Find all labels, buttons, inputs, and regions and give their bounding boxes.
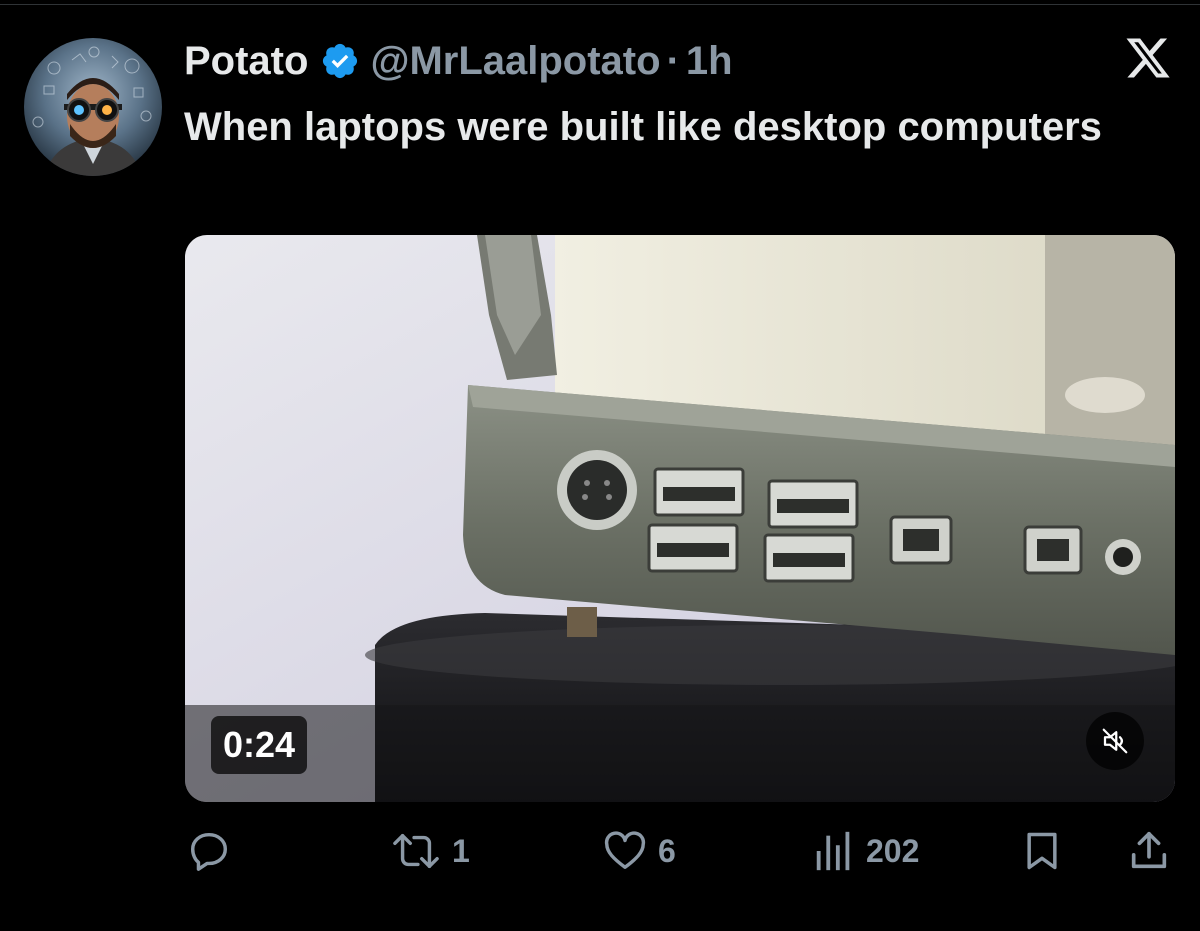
avatar-image — [32, 46, 152, 176]
display-name[interactable]: Potato — [184, 39, 308, 84]
reply-icon — [186, 828, 232, 874]
verified-badge-icon[interactable] — [320, 41, 360, 81]
repost-icon — [390, 828, 442, 874]
repost-count: 1 — [452, 832, 470, 869]
bookmark-icon — [1020, 828, 1064, 874]
reply-button[interactable] — [186, 828, 242, 874]
x-logo-icon[interactable] — [1124, 34, 1172, 82]
avatar[interactable] — [24, 38, 162, 176]
video-player[interactable] — [185, 235, 1175, 802]
video-frame — [185, 235, 1175, 802]
video-duration: 0:24 — [211, 716, 308, 774]
share-icon — [1126, 828, 1172, 874]
muted-speaker-icon — [1100, 726, 1130, 756]
handle[interactable]: @MrLaalpotato — [370, 39, 660, 84]
bookmark-button[interactable] — [1020, 828, 1064, 874]
like-count: 6 — [658, 832, 676, 869]
post-text: When laptops were built like desktop com… — [184, 105, 1102, 149]
like-button[interactable]: 6 — [602, 828, 676, 874]
views-chart-icon — [812, 828, 856, 874]
views-button[interactable]: 202 — [812, 828, 919, 874]
share-button[interactable] — [1126, 828, 1172, 874]
repost-button[interactable]: 1 — [390, 828, 470, 874]
post-header: Potato @MrLaalpotato · 1h — [184, 38, 733, 84]
mute-button[interactable] — [1086, 712, 1144, 770]
view-count: 202 — [866, 832, 920, 869]
separator-dot: · — [666, 38, 680, 83]
heart-icon — [602, 828, 648, 874]
top-divider — [0, 4, 1200, 5]
timestamp[interactable]: 1h — [686, 39, 733, 84]
